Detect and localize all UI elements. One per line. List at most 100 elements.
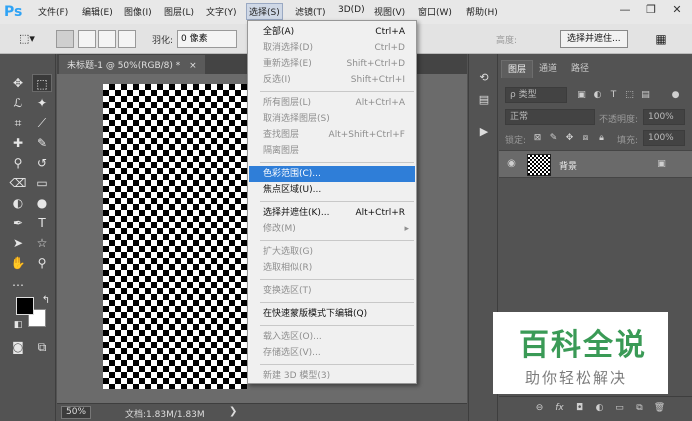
select-and-mask-button[interactable]: 选择并遮住...	[560, 30, 628, 48]
menu-3d[interactable]: 3D(D)	[338, 5, 365, 15]
lock-artboard-icon[interactable]: ⧈	[579, 131, 592, 145]
menu-edit[interactable]: 编辑(E)	[82, 5, 113, 18]
menu-filter[interactable]: 滤镜(T)	[295, 5, 326, 18]
fill-input[interactable]: 100%	[643, 130, 685, 146]
blend-mode-select[interactable]: 正常	[505, 109, 595, 125]
menu-item-find-layers[interactable]: 查找图层 Alt+Shift+Ctrl+F	[249, 127, 415, 143]
close-tab-icon[interactable]: ×	[189, 61, 197, 71]
opacity-input[interactable]: 100%	[643, 109, 685, 125]
new-layer-icon[interactable]: ⧉	[633, 401, 646, 415]
quick-mask-icon[interactable]: ◙	[8, 338, 28, 356]
lock-image-icon[interactable]: ✎	[547, 131, 560, 145]
layer-row-background[interactable]: ◉ 背景 ▣	[499, 150, 692, 178]
filter-type-icon[interactable]: T	[607, 88, 620, 102]
menu-item-deselect-layers[interactable]: 取消选择图层(S)	[249, 111, 415, 127]
crop-tool-icon[interactable]: ⌗	[8, 114, 28, 132]
foreground-color-swatch[interactable]	[16, 297, 34, 315]
tab-layers[interactable]: 图层	[501, 60, 534, 78]
menu-item-new-3d-model[interactable]: 新建 3D 模型(3)	[249, 368, 415, 384]
magic-wand-tool-icon[interactable]: ✦	[32, 94, 52, 112]
clone-stamp-tool-icon[interactable]: ⚲	[8, 154, 28, 172]
properties-icon[interactable]: ▤	[475, 92, 493, 108]
workspace-icon[interactable]: ▦	[652, 30, 670, 48]
tab-channels[interactable]: 通道	[533, 60, 563, 78]
eyedropper-tool-icon[interactable]: ⟋	[32, 114, 52, 132]
menu-item-similar[interactable]: 选取相似(R)	[249, 260, 415, 276]
history-brush-tool-icon[interactable]: ↺	[32, 154, 52, 172]
status-menu-arrow-icon[interactable]: ❯	[229, 406, 237, 417]
new-selection-icon[interactable]	[56, 30, 74, 48]
swap-colors-icon[interactable]: ↰	[36, 292, 56, 310]
screen-mode-icon[interactable]: ⧉	[32, 338, 52, 356]
menu-item-all-layers[interactable]: 所有图层(L) Alt+Ctrl+A	[249, 95, 415, 111]
menu-item-isolate-layers[interactable]: 隔离图层	[249, 143, 415, 159]
menu-item-grow[interactable]: 扩大选取(G)	[249, 244, 415, 260]
tab-paths[interactable]: 路径	[565, 60, 595, 78]
filter-toggle-icon[interactable]: ●	[669, 88, 682, 102]
add-mask-icon[interactable]: ◘	[573, 401, 586, 415]
layer-filter-kind[interactable]: ρ 类型	[505, 87, 567, 103]
gradient-tool-icon[interactable]: ▭	[32, 174, 52, 192]
blur-tool-icon[interactable]: ◐	[8, 194, 28, 212]
menu-item-select-and-mask[interactable]: 选择并遮住(K)... Alt+Ctrl+R	[249, 205, 415, 221]
document-tab[interactable]: 未标题-1 @ 50%(RGB/8) * ×	[59, 55, 205, 74]
layer-style-icon[interactable]: fx	[553, 401, 566, 415]
add-selection-icon[interactable]	[78, 30, 96, 48]
link-layers-icon[interactable]: ⊖	[533, 401, 546, 415]
healing-brush-tool-icon[interactable]: ✚	[8, 134, 28, 152]
new-group-icon[interactable]: ▭	[613, 401, 626, 415]
visibility-eye-icon[interactable]: ◉	[505, 157, 518, 171]
edit-toolbar-icon[interactable]: ⋯	[8, 276, 28, 294]
menu-item-color-range[interactable]: 色彩范围(C)...	[249, 166, 415, 182]
type-tool-icon[interactable]: T	[32, 214, 52, 232]
menu-type[interactable]: 文字(Y)	[206, 5, 237, 18]
filter-smart-object-icon[interactable]: ▤	[639, 88, 652, 102]
menu-item-save-selection[interactable]: 存储选区(V)...	[249, 345, 415, 361]
menu-item-focus-area[interactable]: 焦点区域(U)...	[249, 182, 415, 198]
layer-name[interactable]: 背景	[559, 159, 577, 172]
menu-item-load-selection[interactable]: 载入选区(O)...	[249, 329, 415, 345]
checkerboard-canvas[interactable]	[103, 84, 247, 389]
default-colors-icon[interactable]: ◧	[8, 316, 28, 334]
zoom-level[interactable]: 50%	[61, 406, 92, 419]
menu-item-modify[interactable]: 修改(M) ▸	[249, 221, 415, 237]
eraser-tool-icon[interactable]: ⌫	[8, 174, 28, 192]
menu-window[interactable]: 窗口(W)	[418, 5, 452, 18]
adjustment-layer-icon[interactable]: ◐	[593, 401, 606, 415]
delete-layer-icon[interactable]: 🗑︎	[653, 401, 666, 415]
close-icon[interactable]: ✕	[666, 3, 688, 21]
filter-adjustment-icon[interactable]: ◐	[591, 88, 604, 102]
feather-input[interactable]: 0 像素	[177, 30, 237, 48]
marquee-preset-icon[interactable]: ⬚▾	[12, 30, 42, 48]
lock-transparent-icon[interactable]: ⊠	[531, 131, 544, 145]
intersect-selection-icon[interactable]	[118, 30, 136, 48]
pen-tool-icon[interactable]: ✒	[8, 214, 28, 232]
move-tool-icon[interactable]: ✥	[8, 74, 28, 92]
menu-item-quick-mask[interactable]: 在快速蒙版模式下编辑(Q)	[249, 306, 415, 322]
history-icon[interactable]: ⟲	[475, 70, 493, 86]
menu-view[interactable]: 视图(V)	[374, 5, 405, 18]
lock-position-icon[interactable]: ✥	[563, 131, 576, 145]
filter-pixel-icon[interactable]: ▣	[575, 88, 588, 102]
hand-tool-icon[interactable]: ✋	[8, 254, 28, 272]
filter-shape-icon[interactable]: ⬚	[623, 88, 636, 102]
subtract-selection-icon[interactable]	[98, 30, 116, 48]
lasso-tool-icon[interactable]: ℒ	[8, 94, 28, 112]
path-selection-tool-icon[interactable]: ➤	[8, 234, 28, 252]
menu-help[interactable]: 帮助(H)	[466, 5, 498, 18]
menu-item-reselect[interactable]: 重新选择(E) Shift+Ctrl+D	[249, 56, 415, 72]
menu-select[interactable]: 选择(S)	[246, 3, 283, 20]
minimize-icon[interactable]: —	[614, 3, 636, 21]
actions-play-icon[interactable]: ▶	[475, 124, 493, 140]
brush-tool-icon[interactable]: ✎	[32, 134, 52, 152]
menu-layer[interactable]: 图层(L)	[164, 5, 194, 18]
menu-file[interactable]: 文件(F)	[38, 5, 68, 18]
lock-all-icon[interactable]: 🔒︎	[595, 131, 608, 145]
menu-item-select-all[interactable]: 全部(A) Ctrl+A	[249, 24, 415, 40]
menu-item-inverse[interactable]: 反选(I) Shift+Ctrl+I	[249, 72, 415, 88]
restore-icon[interactable]: ❐	[640, 3, 662, 21]
menu-item-transform-selection[interactable]: 变换选区(T)	[249, 283, 415, 299]
menu-item-deselect[interactable]: 取消选择(D) Ctrl+D	[249, 40, 415, 56]
shape-tool-icon[interactable]: ☆	[32, 234, 52, 252]
zoom-tool-icon[interactable]: ⚲	[32, 254, 52, 272]
